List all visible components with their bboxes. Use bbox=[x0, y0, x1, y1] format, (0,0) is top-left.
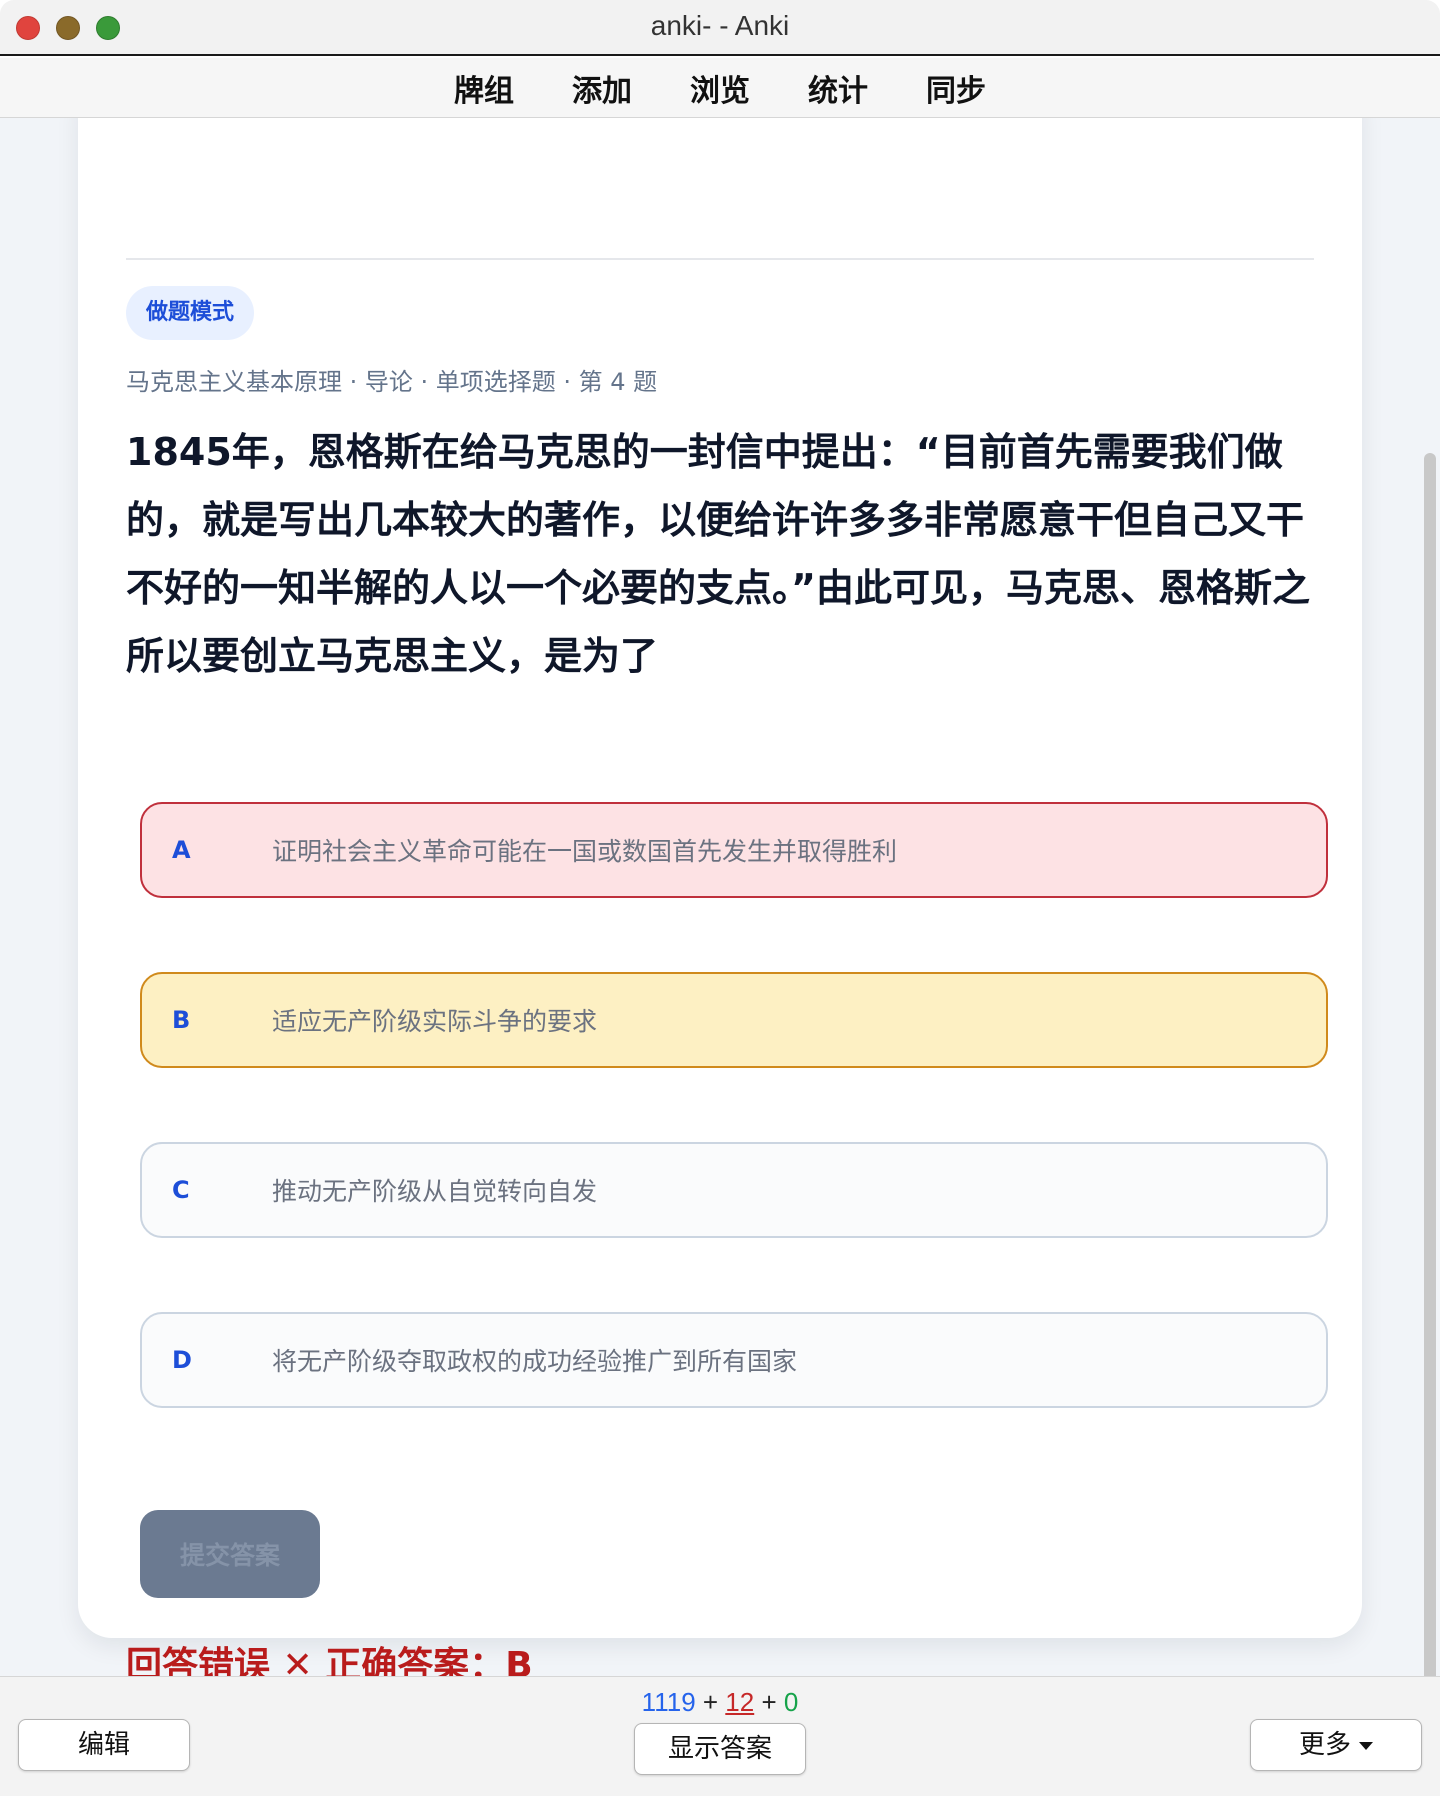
option-letter: C bbox=[172, 1176, 190, 1204]
more-button-label: 更多 bbox=[1298, 1730, 1351, 1760]
show-answer-label: 显示答案 bbox=[667, 1734, 772, 1764]
bottom-bar: 1119 + 12 + 0 编辑 显示答案 更多 bbox=[0, 1676, 1440, 1796]
question-text: 1845年，恩格斯在给马克思的一封信中提出：“目前首先需要我们做的，就是写出几本… bbox=[126, 430, 1310, 678]
learning-count: 12 bbox=[725, 1687, 755, 1717]
option-d[interactable]: D 将无产阶级夺取政权的成功经验推广到所有国家 bbox=[140, 1312, 1328, 1408]
option-b[interactable]: B 适应无产阶级实际斗争的要求 bbox=[140, 972, 1328, 1068]
edit-button[interactable]: 编辑 bbox=[18, 1719, 190, 1771]
question-breadcrumb: 马克思主义基本原理 · 导论 · 单项选择题 · 第 4 题 bbox=[126, 368, 658, 396]
show-answer-button[interactable]: 显示答案 bbox=[634, 1723, 806, 1775]
mode-badge: 做题模式 bbox=[126, 286, 255, 340]
count-separator: + bbox=[695, 1687, 726, 1717]
more-button[interactable]: 更多 bbox=[1250, 1719, 1422, 1771]
nav-stats[interactable]: 统计 bbox=[808, 66, 868, 110]
window-title: anki- - Anki bbox=[650, 10, 790, 41]
nav-sync[interactable]: 同步 bbox=[926, 66, 986, 110]
review-content: 做题模式 马克思主义基本原理 · 导论 · 单项选择题 · 第 4 题 1845… bbox=[0, 118, 1440, 1678]
nav-add[interactable]: 添加 bbox=[572, 66, 632, 110]
option-text: 证明社会主义革命可能在一国或数国首先发生并取得胜利 bbox=[272, 837, 898, 866]
option-text: 适应无产阶级实际斗争的要求 bbox=[272, 1007, 598, 1036]
scrollbar[interactable] bbox=[1424, 453, 1436, 1678]
due-counts: 1119 + 12 + 0 bbox=[0, 1687, 1440, 1718]
question-card: 做题模式 马克思主义基本原理 · 导论 · 单项选择题 · 第 4 题 1845… bbox=[78, 118, 1362, 1678]
review-count: 0 bbox=[783, 1687, 799, 1717]
option-letter: B bbox=[172, 1006, 191, 1034]
option-text: 将无产阶级夺取政权的成功经验推广到所有国家 bbox=[272, 1347, 798, 1376]
answer-result: 回答错误 ✕ 正确答案：B bbox=[126, 1645, 533, 1678]
edit-button-label: 编辑 bbox=[77, 1730, 130, 1760]
top-nav: 牌组 添加 浏览 统计 同步 bbox=[0, 58, 1440, 118]
window-titlebar: anki- - Anki bbox=[0, 0, 1440, 56]
count-separator: + bbox=[754, 1687, 784, 1717]
chevron-down-icon bbox=[1359, 1741, 1373, 1750]
option-a[interactable]: A 证明社会主义革命可能在一国或数国首先发生并取得胜利 bbox=[140, 802, 1328, 898]
new-count: 1119 bbox=[641, 1687, 696, 1717]
nav-decks[interactable]: 牌组 bbox=[454, 66, 514, 110]
submit-answer-button[interactable]: 提交答案 bbox=[140, 1510, 320, 1598]
nav-browse[interactable]: 浏览 bbox=[690, 66, 750, 110]
option-text: 推动无产阶级从自觉转向自发 bbox=[272, 1177, 598, 1206]
option-c[interactable]: C 推动无产阶级从自觉转向自发 bbox=[140, 1142, 1328, 1238]
option-letter: A bbox=[172, 836, 191, 864]
option-letter: D bbox=[172, 1346, 192, 1374]
card-divider bbox=[126, 258, 1314, 260]
